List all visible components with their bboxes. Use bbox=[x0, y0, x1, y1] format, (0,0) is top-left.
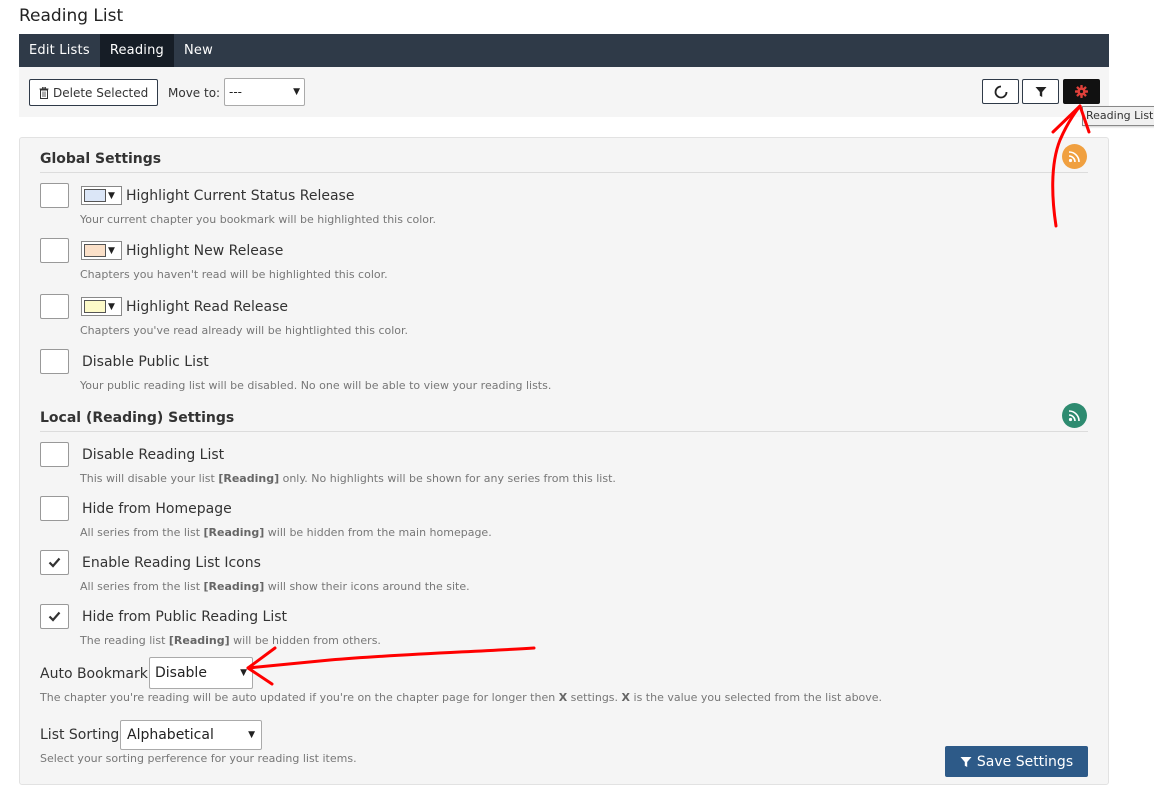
setting-label: Enable Reading List Icons bbox=[82, 555, 261, 571]
list-sorting-select[interactable]: Alphabetical ▼ bbox=[120, 720, 262, 750]
setting-label: Hide from Public Reading List bbox=[82, 609, 288, 625]
auto-bookmark-label: Auto Bookmark: bbox=[40, 666, 153, 682]
auto-bookmark-select[interactable]: Disable ▼ bbox=[149, 657, 253, 689]
page-title: Reading List bbox=[19, 6, 124, 26]
setting-label: Disable Public List bbox=[82, 354, 209, 370]
local-settings-title: Local (Reading) Settings bbox=[40, 410, 1088, 432]
save-settings-label: Save Settings bbox=[976, 753, 1074, 770]
chevron-down-icon: ▼ bbox=[108, 301, 115, 312]
settings-button[interactable] bbox=[1063, 79, 1100, 104]
list-sorting-value: Alphabetical bbox=[127, 727, 214, 743]
checkbox-highlight-read[interactable] bbox=[40, 294, 69, 319]
checkmark-icon bbox=[48, 611, 61, 622]
color-swatch bbox=[84, 244, 106, 257]
checkbox-hide-homepage[interactable] bbox=[40, 496, 69, 521]
rss-glyph-icon bbox=[1068, 410, 1080, 422]
setting-disable-reading-list: Disable Reading List This will disable y… bbox=[40, 442, 1080, 487]
chevron-down-icon: ▼ bbox=[108, 245, 115, 256]
setting-hide-public: Hide from Public Reading List The readin… bbox=[40, 604, 1080, 649]
checkbox-enable-icons[interactable] bbox=[40, 550, 69, 575]
filter-icon bbox=[1035, 86, 1046, 97]
chevron-down-icon: ▼ bbox=[240, 668, 247, 678]
setting-label: Highlight Current Status Release bbox=[126, 188, 355, 204]
checkbox-disable-public[interactable] bbox=[40, 349, 69, 374]
setting-desc: Chapters you haven't read will be highli… bbox=[80, 268, 388, 281]
refresh-icon bbox=[994, 85, 1007, 98]
gear-icon bbox=[1075, 85, 1088, 98]
setting-hide-homepage: Hide from Homepage All series from the l… bbox=[40, 496, 1080, 541]
setting-disable-public: Disable Public List Your public reading … bbox=[40, 349, 1080, 394]
setting-label: Disable Reading List bbox=[82, 447, 225, 463]
setting-desc: All series from the list [Reading] will … bbox=[80, 526, 492, 539]
checkmark-icon bbox=[48, 557, 61, 568]
filter-icon bbox=[960, 756, 972, 767]
setting-label: Highlight Read Release bbox=[126, 299, 288, 315]
navbar: Edit Lists Reading New bbox=[19, 34, 1109, 67]
setting-label: Hide from Homepage bbox=[82, 501, 232, 517]
setting-label: Highlight New Release bbox=[126, 243, 284, 259]
toolbar: Delete Selected Move to: --- ▼ bbox=[19, 67, 1109, 117]
tab-edit-lists[interactable]: Edit Lists bbox=[19, 34, 100, 67]
setting-highlight-new: ▼ Highlight New Release Chapters you hav… bbox=[40, 238, 1080, 283]
move-to-value: --- bbox=[229, 85, 242, 99]
color-select-read[interactable]: ▼ bbox=[81, 297, 122, 316]
checkbox-highlight-new[interactable] bbox=[40, 238, 69, 263]
checkbox-highlight-current[interactable] bbox=[40, 183, 69, 208]
color-swatch bbox=[84, 189, 106, 202]
delete-selected-label: Delete Selected bbox=[53, 85, 149, 100]
setting-desc: Your current chapter you bookmark will b… bbox=[80, 213, 437, 226]
color-swatch bbox=[84, 300, 106, 313]
rss-glyph-icon bbox=[1068, 151, 1080, 163]
color-select-current[interactable]: ▼ bbox=[81, 186, 122, 205]
checkbox-hide-public[interactable] bbox=[40, 604, 69, 629]
setting-enable-icons: Enable Reading List Icons All series fro… bbox=[40, 550, 1080, 595]
tab-new[interactable]: New bbox=[174, 34, 223, 67]
list-sorting-label: List Sorting: bbox=[40, 727, 124, 743]
trash-icon bbox=[39, 86, 49, 99]
setting-desc: This will disable your list [Reading] on… bbox=[80, 472, 616, 485]
rss-icon[interactable] bbox=[1062, 403, 1087, 428]
setting-highlight-current: ▼ Highlight Current Status Release Your … bbox=[40, 183, 1080, 228]
rss-icon[interactable] bbox=[1062, 144, 1087, 169]
setting-desc: The reading list [Reading] will be hidde… bbox=[80, 634, 381, 647]
tab-reading[interactable]: Reading bbox=[99, 34, 174, 67]
setting-desc: All series from the list [Reading] will … bbox=[80, 580, 470, 593]
settings-tooltip: Reading List bbox=[1082, 106, 1154, 126]
save-settings-button[interactable]: Save Settings bbox=[945, 746, 1088, 777]
delete-selected-button[interactable]: Delete Selected bbox=[29, 79, 159, 106]
chevron-down-icon: ▼ bbox=[293, 87, 300, 97]
color-select-new[interactable]: ▼ bbox=[81, 241, 122, 260]
checkbox-disable-reading-list[interactable] bbox=[40, 442, 69, 467]
global-settings-title: Global Settings bbox=[40, 151, 1088, 173]
move-to-select[interactable]: --- ▼ bbox=[224, 78, 305, 106]
setting-highlight-read: ▼ Highlight Read Release Chapters you've… bbox=[40, 294, 1080, 339]
auto-bookmark-desc: The chapter you're reading will be auto … bbox=[40, 691, 883, 704]
settings-panel: Global Settings ▼ Highlight Current Stat… bbox=[19, 137, 1109, 785]
refresh-button[interactable] bbox=[982, 79, 1019, 104]
move-to-label: Move to: bbox=[168, 86, 221, 100]
filter-button[interactable] bbox=[1022, 79, 1059, 104]
chevron-down-icon: ▼ bbox=[248, 730, 255, 740]
list-sorting-desc: Select your sorting perference for your … bbox=[40, 752, 357, 765]
chevron-down-icon: ▼ bbox=[108, 190, 115, 201]
setting-desc: Chapters you've read already will be hig… bbox=[80, 324, 409, 337]
auto-bookmark-value: Disable bbox=[155, 665, 207, 681]
setting-desc: Your public reading list will be disable… bbox=[80, 379, 552, 392]
